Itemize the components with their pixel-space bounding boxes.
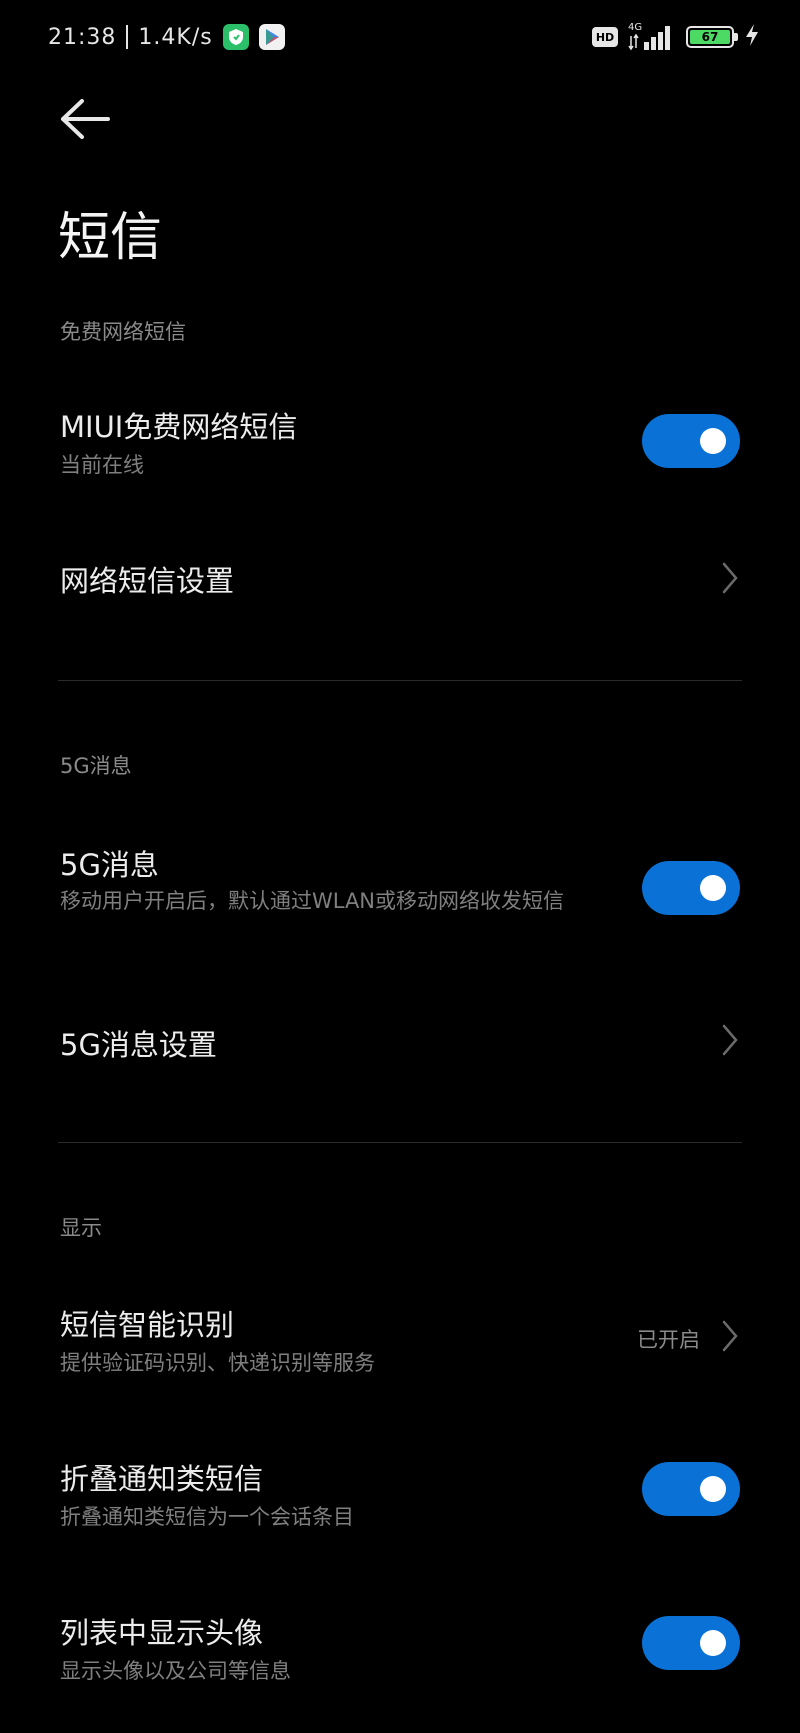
signal-icon: 4G (628, 22, 676, 52)
back-button[interactable] (58, 96, 112, 142)
miui-free-sms-toggle[interactable] (642, 414, 740, 468)
fiveg-settings-row[interactable]: 5G消息设置 (0, 1000, 800, 1080)
fold-notification-sms-row[interactable]: 折叠通知类短信 折叠通知类短信为一个会话条目 (0, 1444, 800, 1554)
status-time: 21:38 (48, 24, 117, 50)
miui-free-sms-title: MIUI免费网络短信 (60, 410, 298, 444)
fold-notification-sms-subtitle: 折叠通知类短信为一个会话条目 (60, 1505, 354, 1529)
section-label-5g: 5G消息 (60, 754, 132, 778)
smart-recognition-title: 短信智能识别 (60, 1308, 235, 1342)
fiveg-message-subtitle: 移动用户开启后，默认通过WLAN或移动网络收发短信 (60, 889, 565, 913)
show-avatar-title: 列表中显示头像 (60, 1616, 264, 1650)
smart-recognition-row[interactable]: 短信智能识别 提供验证码识别、快递识别等服务 已开启 (0, 1290, 800, 1400)
status-separator (126, 25, 129, 49)
status-net-speed: 1.4K/s (138, 24, 213, 50)
section-divider (58, 1142, 742, 1143)
section-label-display: 显示 (60, 1216, 102, 1240)
arrow-left-icon (61, 99, 110, 139)
show-avatar-toggle[interactable] (642, 1616, 740, 1670)
fold-notification-sms-title: 折叠通知类短信 (60, 1462, 264, 1496)
chevron-right-icon (722, 1024, 738, 1056)
fiveg-message-title: 5G消息 (60, 848, 159, 882)
status-left: 21:38 1.4K/s (48, 22, 285, 52)
battery-level: 67 (690, 30, 730, 44)
hd-icon: HD (592, 27, 618, 47)
battery-cap (734, 33, 738, 41)
miui-free-sms-row[interactable]: MIUI免费网络短信 当前在线 (0, 390, 800, 500)
network-sms-settings-title: 网络短信设置 (60, 564, 235, 598)
status-right: HD 4G 67 (592, 20, 760, 54)
play-store-icon (258, 24, 285, 50)
page-title: 短信 (58, 208, 163, 268)
section-divider (58, 680, 742, 681)
show-avatar-row[interactable]: 列表中显示头像 显示头像以及公司等信息 (0, 1598, 800, 1708)
network-sms-settings-row[interactable]: 网络短信设置 (0, 540, 800, 614)
security-app-icon (222, 24, 249, 50)
charging-icon (744, 23, 760, 51)
battery-icon: 67 (686, 26, 738, 48)
section-label-free-sms: 免费网络短信 (60, 320, 186, 344)
smart-recognition-status: 已开启 (637, 1328, 700, 1352)
toggle-knob (700, 428, 726, 454)
toggle-knob (700, 875, 726, 901)
chevron-right-icon (722, 562, 738, 594)
status-bar: 21:38 1.4K/s HD 4G 67 (0, 0, 800, 74)
toggle-knob (700, 1630, 726, 1656)
fold-notification-sms-toggle[interactable] (642, 1462, 740, 1516)
fiveg-message-toggle[interactable] (642, 861, 740, 915)
fiveg-message-row[interactable]: 5G消息 移动用户开启后，默认通过WLAN或移动网络收发短信 (0, 830, 800, 960)
show-avatar-subtitle: 显示头像以及公司等信息 (60, 1659, 291, 1683)
toggle-knob (700, 1476, 726, 1502)
smart-recognition-subtitle: 提供验证码识别、快递识别等服务 (60, 1351, 375, 1375)
miui-free-sms-subtitle: 当前在线 (60, 453, 144, 477)
fiveg-settings-title: 5G消息设置 (60, 1028, 217, 1062)
chevron-right-icon (722, 1320, 738, 1352)
